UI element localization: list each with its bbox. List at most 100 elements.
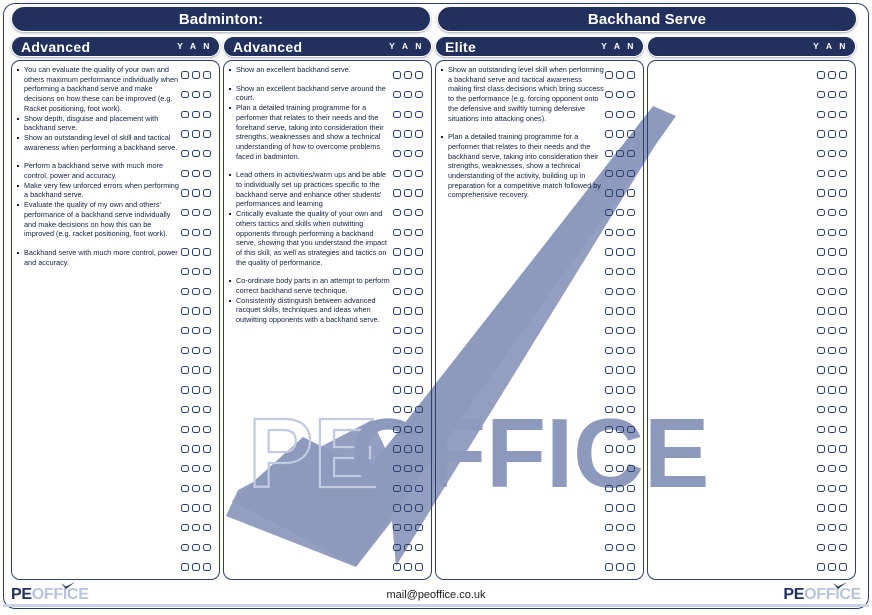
checkbox-no[interactable] (414, 71, 423, 79)
checkbox-no[interactable] (626, 405, 635, 414)
checkbox-no[interactable] (202, 563, 211, 571)
checkbox-yes[interactable] (817, 366, 826, 374)
checkbox-yes[interactable] (817, 563, 826, 571)
checkbox-no[interactable] (838, 464, 847, 473)
checkbox-almost[interactable] (615, 504, 625, 512)
checkbox-yes[interactable] (393, 71, 402, 79)
checkbox-yes[interactable] (817, 445, 826, 453)
checkbox-yes[interactable] (605, 346, 614, 355)
checkbox-yes[interactable] (605, 563, 614, 571)
checkbox-almost[interactable] (615, 71, 625, 79)
checkbox-no[interactable] (202, 425, 211, 433)
checkbox-almost[interactable] (827, 287, 837, 296)
checkbox-no[interactable] (202, 327, 211, 335)
checkbox-almost[interactable] (615, 287, 625, 296)
checkbox-yes[interactable] (605, 386, 614, 394)
checkbox-almost[interactable] (827, 543, 837, 552)
checkbox-yes[interactable] (393, 149, 402, 158)
checkbox-no[interactable] (414, 169, 423, 177)
checkbox-yes[interactable] (393, 268, 402, 276)
checkbox-yes[interactable] (605, 464, 614, 473)
checkbox-no[interactable] (626, 504, 635, 512)
checkbox-almost[interactable] (403, 208, 413, 217)
checkbox-no[interactable] (626, 307, 635, 315)
checkbox-yes[interactable] (605, 189, 614, 197)
checkbox-yes[interactable] (817, 110, 826, 118)
checkbox-yes[interactable] (817, 504, 826, 512)
checkbox-yes[interactable] (181, 130, 190, 138)
checkbox-almost[interactable] (191, 169, 201, 177)
checkbox-almost[interactable] (403, 287, 413, 296)
checkbox-no[interactable] (414, 189, 423, 197)
checkbox-yes[interactable] (181, 425, 190, 433)
checkbox-yes[interactable] (817, 484, 826, 492)
checkbox-yes[interactable] (605, 71, 614, 79)
checkbox-yes[interactable] (817, 464, 826, 473)
checkbox-no[interactable] (202, 346, 211, 355)
checkbox-no[interactable] (202, 169, 211, 177)
checkbox-yes[interactable] (817, 248, 826, 256)
checkbox-yes[interactable] (181, 327, 190, 335)
checkbox-almost[interactable] (615, 208, 625, 217)
checkbox-almost[interactable] (191, 523, 201, 532)
checkbox-no[interactable] (626, 543, 635, 552)
checkbox-yes[interactable] (605, 149, 614, 158)
checkbox-no[interactable] (626, 386, 635, 394)
checkbox-almost[interactable] (191, 425, 201, 433)
checkbox-no[interactable] (202, 445, 211, 453)
checkbox-yes[interactable] (393, 90, 402, 99)
checkbox-yes[interactable] (817, 208, 826, 217)
checkbox-almost[interactable] (403, 248, 413, 256)
checkbox-yes[interactable] (817, 405, 826, 414)
checkbox-almost[interactable] (191, 405, 201, 414)
checkbox-no[interactable] (414, 405, 423, 414)
checkbox-almost[interactable] (191, 386, 201, 394)
checkbox-almost[interactable] (191, 71, 201, 79)
checkbox-almost[interactable] (615, 425, 625, 433)
checkbox-almost[interactable] (827, 130, 837, 138)
checkbox-almost[interactable] (827, 208, 837, 217)
checkbox-no[interactable] (626, 90, 635, 99)
checkbox-almost[interactable] (191, 287, 201, 296)
checkbox-no[interactable] (202, 189, 211, 197)
checkbox-almost[interactable] (615, 327, 625, 335)
checkbox-almost[interactable] (615, 346, 625, 355)
checkbox-no[interactable] (414, 425, 423, 433)
checkbox-almost[interactable] (615, 386, 625, 394)
checkbox-almost[interactable] (191, 149, 201, 158)
checkbox-yes[interactable] (817, 228, 826, 237)
checkbox-no[interactable] (838, 90, 847, 99)
checkbox-no[interactable] (202, 130, 211, 138)
checkbox-yes[interactable] (817, 130, 826, 138)
checkbox-yes[interactable] (181, 445, 190, 453)
checkbox-no[interactable] (414, 543, 423, 552)
checkbox-no[interactable] (414, 445, 423, 453)
checkbox-yes[interactable] (181, 149, 190, 158)
checkbox-no[interactable] (202, 228, 211, 237)
checkbox-no[interactable] (414, 110, 423, 118)
checkbox-yes[interactable] (181, 405, 190, 414)
checkbox-almost[interactable] (403, 386, 413, 394)
checkbox-almost[interactable] (615, 307, 625, 315)
checkbox-almost[interactable] (615, 268, 625, 276)
checkbox-no[interactable] (414, 307, 423, 315)
checkbox-almost[interactable] (403, 307, 413, 315)
checkbox-almost[interactable] (191, 307, 201, 315)
checkbox-yes[interactable] (393, 208, 402, 217)
checkbox-almost[interactable] (615, 543, 625, 552)
checkbox-yes[interactable] (393, 425, 402, 433)
checkbox-yes[interactable] (181, 307, 190, 315)
checkbox-almost[interactable] (827, 346, 837, 355)
checkbox-no[interactable] (626, 228, 635, 237)
checkbox-yes[interactable] (817, 189, 826, 197)
checkbox-no[interactable] (202, 149, 211, 158)
checkbox-almost[interactable] (827, 268, 837, 276)
checkbox-yes[interactable] (605, 268, 614, 276)
checkbox-almost[interactable] (827, 71, 837, 79)
checkbox-yes[interactable] (181, 169, 190, 177)
checkbox-almost[interactable] (191, 484, 201, 492)
checkbox-almost[interactable] (827, 228, 837, 237)
checkbox-no[interactable] (202, 287, 211, 296)
checkbox-almost[interactable] (827, 248, 837, 256)
checkbox-almost[interactable] (615, 169, 625, 177)
